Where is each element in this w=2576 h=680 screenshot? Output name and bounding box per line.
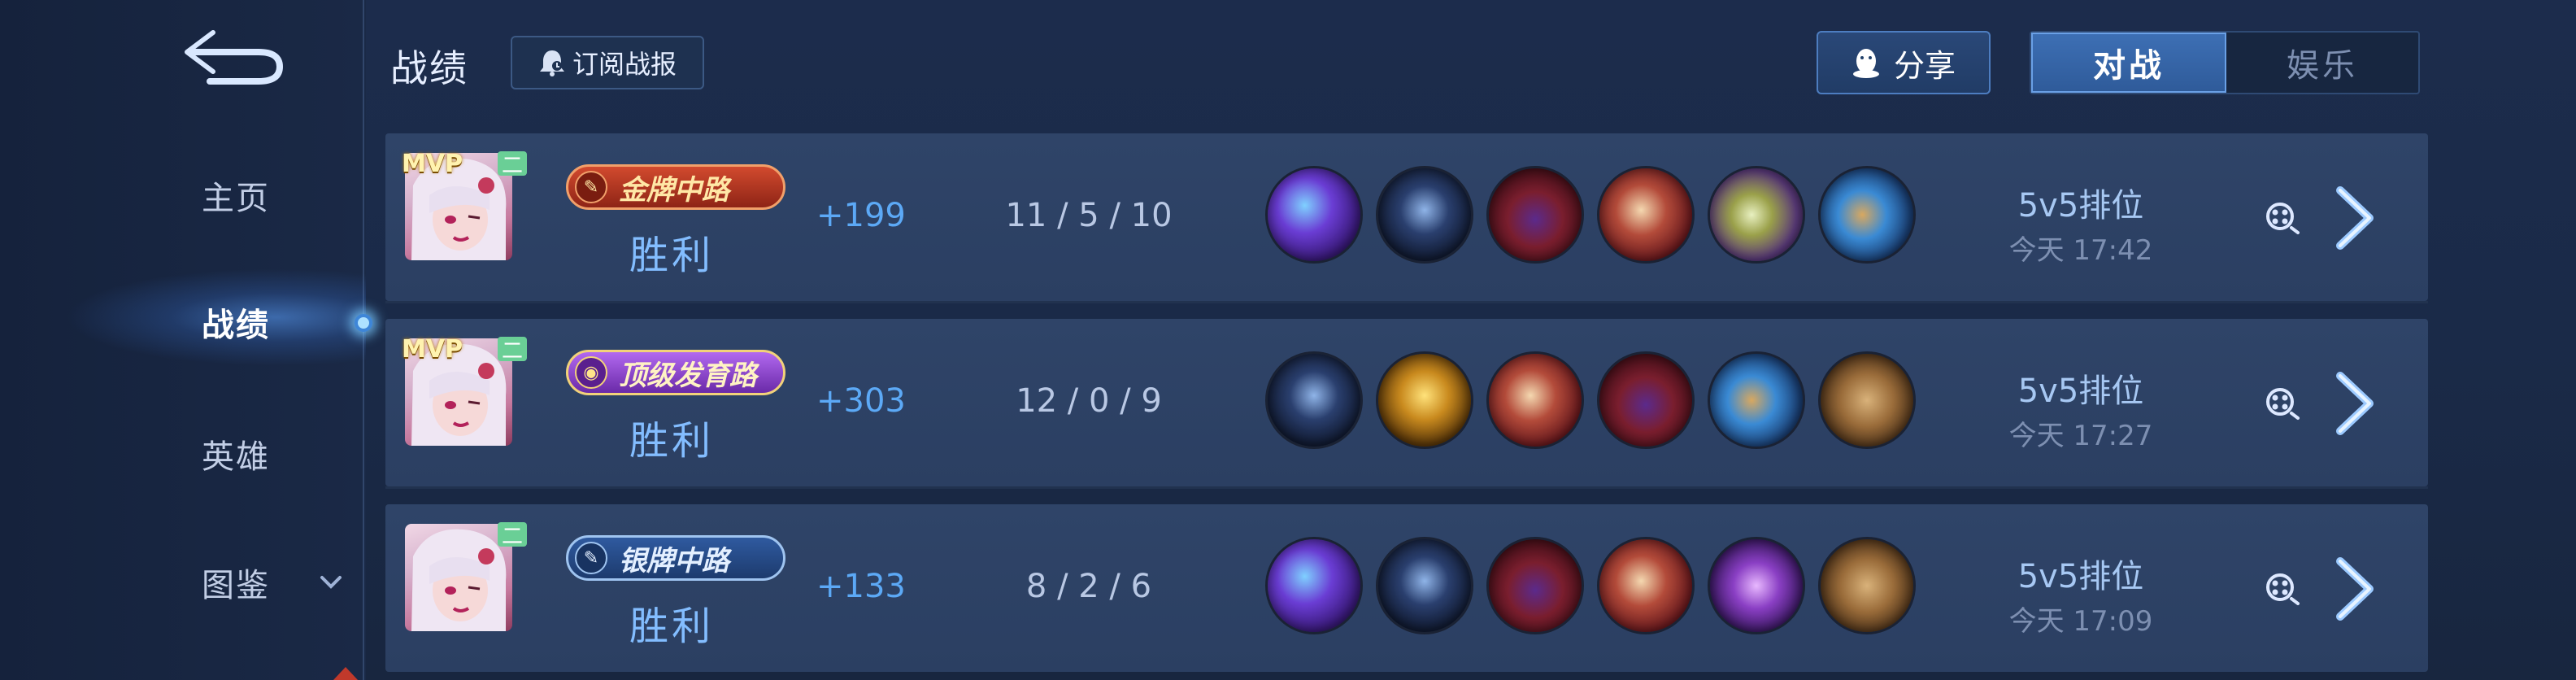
avatar — [405, 524, 512, 631]
match-time: 今天 17:42 — [2008, 234, 2153, 267]
dark-boots-item-icon — [1376, 166, 1473, 264]
score-change: +303 — [816, 382, 906, 420]
hero-portrait-icon — [411, 529, 507, 631]
page-title: 战绩 — [390, 46, 468, 90]
dark-boots-item-icon — [1265, 351, 1363, 449]
replay-icon[interactable] — [2264, 571, 2300, 607]
level-badge: 二 — [498, 151, 527, 178]
sidebar-item-label: 图鉴 — [202, 567, 270, 604]
match-row[interactable]: MVP 二 ◉ 顶级发育路 胜利 +303 12 / 0 / 9 5v5排位 今… — [385, 319, 2428, 486]
purple-dragon-item-icon — [1265, 166, 1363, 264]
blue-orb-item-icon — [1818, 166, 1916, 264]
violet-staff-item-icon — [1708, 537, 1805, 634]
mvp-badge: MVP — [402, 150, 463, 178]
rank-emblem-icon: ✎ — [575, 171, 607, 203]
tab-entertainment[interactable]: 娱乐 — [2226, 33, 2418, 93]
subscribe-report-label: 订阅战报 — [572, 49, 677, 80]
level-badge: 二 — [498, 337, 527, 364]
score-change: +199 — [816, 197, 906, 234]
rank-badge: ◉ 顶级发育路 — [566, 350, 785, 395]
red-tome-item-icon — [1597, 537, 1695, 634]
chevron-right-icon[interactable] — [2329, 555, 2386, 623]
crimson-hood-item-icon — [1597, 351, 1695, 449]
red-tome-item-icon — [1597, 166, 1695, 264]
rank-badge: ✎ 银牌中路 — [566, 535, 785, 581]
game-mode: 5v5排位 — [2017, 558, 2144, 595]
item-list — [1265, 351, 1916, 449]
chevron-right-icon[interactable] — [2329, 184, 2386, 252]
crimson-hood-item-icon — [1486, 166, 1584, 264]
game-mode: 5v5排位 — [2017, 187, 2144, 224]
sidebar-item-records[interactable]: 战绩 — [122, 290, 350, 355]
back-icon[interactable] — [181, 28, 288, 89]
sidebar-item-home[interactable]: 主页 — [122, 163, 350, 228]
kda-stats: 11 / 5 / 10 — [1005, 197, 1173, 234]
share-button[interactable]: 分享 — [1817, 31, 1991, 94]
chevron-right-icon[interactable] — [2329, 369, 2386, 438]
rank-emblem-icon: ◉ — [575, 356, 607, 389]
hero-avatar-wrap: 二 — [405, 522, 527, 631]
sidebar-item-label: 战绩 — [202, 307, 270, 344]
sidebar-item-gallery[interactable]: 图鉴 — [122, 550, 350, 615]
replay-icon[interactable] — [2264, 200, 2300, 236]
tab-battle[interactable]: 对战 — [2031, 33, 2226, 93]
nav-active-indicator — [355, 314, 372, 332]
sidebar-item-label: 英雄 — [202, 438, 270, 476]
row-divider — [385, 486, 2428, 489]
item-list — [1265, 166, 1916, 264]
sidebar-nav: 主页 战绩 英雄 图鉴 — [0, 0, 372, 680]
gold-serpent-item-icon — [1376, 351, 1473, 449]
hero-avatar-wrap: MVP 二 — [402, 150, 527, 260]
row-divider — [385, 301, 2428, 303]
match-row[interactable]: MVP 二 ✎ 金牌中路 胜利 +199 11 / 5 / 10 5v5排位 今… — [385, 133, 2428, 301]
red-tome-item-icon — [1486, 351, 1584, 449]
dark-boots-item-icon — [1376, 537, 1473, 634]
rank-label: 银牌中路 — [619, 544, 729, 578]
rank-badge: ✎ 金牌中路 — [566, 164, 785, 210]
rank-label: 顶级发育路 — [619, 359, 757, 392]
subscribe-report-button[interactable]: 订阅战报 — [511, 36, 704, 89]
bell-icon — [539, 50, 564, 76]
kda-stats: 8 / 2 / 6 — [1025, 568, 1152, 605]
item-list — [1265, 537, 1916, 634]
share-label: 分享 — [1893, 47, 1956, 84]
match-time: 今天 17:27 — [2008, 420, 2153, 452]
rank-label: 金牌中路 — [619, 173, 729, 207]
purple-dragon-item-icon — [1265, 537, 1363, 634]
level-badge: 二 — [498, 522, 527, 549]
kda-stats: 12 / 0 / 9 — [1016, 382, 1162, 420]
match-row[interactable]: 二 ✎ 银牌中路 胜利 +133 8 / 2 / 6 5v5排位 今天 17:0… — [385, 504, 2428, 672]
sidebar-item-label: 主页 — [202, 180, 270, 217]
mode-tabs: 对战 娱乐 — [2030, 31, 2420, 94]
nav-rail — [363, 0, 364, 680]
green-book-item-icon — [1708, 166, 1805, 264]
alert-marker — [333, 667, 358, 680]
score-change: +133 — [816, 568, 906, 605]
mvp-badge: MVP — [402, 335, 463, 364]
crimson-hood-item-icon — [1486, 537, 1584, 634]
match-result: 胜利 — [629, 604, 715, 649]
chevron-down-icon[interactable] — [319, 574, 343, 591]
match-result: 胜利 — [629, 233, 715, 278]
wooden-crate-item-icon — [1818, 537, 1916, 634]
match-time: 今天 17:09 — [2008, 605, 2153, 638]
match-result: 胜利 — [629, 418, 715, 464]
rank-emblem-icon: ✎ — [575, 542, 607, 574]
blue-orb-item-icon — [1708, 351, 1805, 449]
wooden-crate-item-icon — [1818, 351, 1916, 449]
qq-penguin-icon — [1852, 49, 1879, 78]
replay-icon[interactable] — [2264, 386, 2300, 421]
sidebar-item-heroes[interactable]: 英雄 — [122, 421, 350, 486]
hero-avatar-wrap: MVP 二 — [402, 335, 527, 446]
game-mode: 5v5排位 — [2017, 373, 2144, 410]
